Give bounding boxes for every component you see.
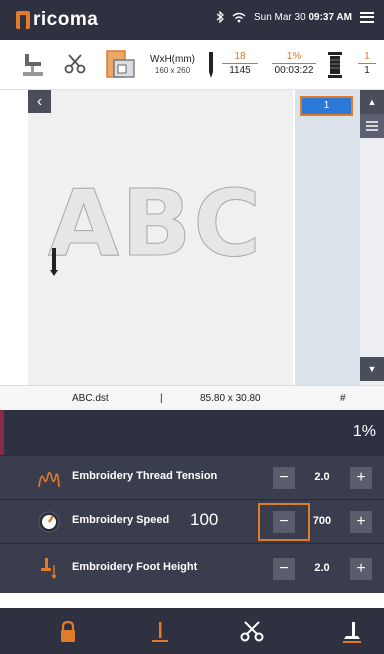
foot-height-icon [41, 558, 57, 579]
needle-icon [209, 52, 213, 78]
spool-counter: 1 1 [358, 50, 376, 77]
foot-height-decrease-button[interactable]: − [273, 558, 295, 580]
design-dimensions: 85.80 x 30.80 [200, 393, 261, 404]
sewing-machine-icon[interactable] [22, 52, 44, 78]
lock-icon[interactable] [56, 620, 80, 644]
wifi-icon [232, 12, 246, 22]
needle-trace-icon[interactable] [148, 620, 172, 644]
status-bar: ricoma Sun Mar 30 09:37 AM [0, 0, 384, 40]
elapsed-time: 00:03:22 [272, 63, 316, 77]
hoop-size-value: 160 x 260 [154, 66, 191, 75]
thread-tension-decrease-button[interactable]: − [273, 467, 295, 489]
foot-height-row: Embroidery Foot Height − 2.0 + [0, 543, 384, 593]
speed-current-value: 100 [190, 510, 219, 529]
speed-dial-icon [38, 511, 60, 533]
info-separator: | [160, 393, 163, 404]
speed-decrease-button[interactable]: − [273, 511, 295, 533]
foot-height-value: 2.0 [314, 562, 330, 574]
scroll-up-icon[interactable]: ▲ [360, 90, 384, 114]
scroll-down-icon[interactable]: ▼ [360, 357, 384, 381]
thread-tension-value: 2.0 [314, 471, 330, 483]
hoop-size: WxH(mm) 160 x 260 [150, 54, 195, 76]
back-button[interactable]: ‹ [28, 90, 51, 113]
design-filename: ABC.dst [72, 393, 109, 404]
design-preview: ABC [48, 170, 263, 278]
bluetooth-icon [216, 11, 224, 23]
foot-height-increase-button[interactable]: + [350, 558, 372, 580]
bottom-nav [0, 608, 384, 654]
speed-row: Embroidery Speed 100 − 700 + [0, 499, 384, 543]
foot-height-label: Embroidery Foot Height [72, 561, 198, 573]
spool-current: 1 [364, 51, 370, 62]
spool-total: 1 [358, 63, 376, 77]
thread-tension-row: Embroidery Thread Tension − 2.0 + [0, 455, 384, 499]
hoop-frame-icon[interactable] [106, 50, 136, 78]
design-info-row: ABC.dst | 85.80 x 30.80 # [0, 385, 384, 410]
progress-text: 1% [352, 423, 376, 440]
progress-percent: 1% [286, 51, 302, 62]
machine-toolbar: WxH(mm) 160 x 260 18 1145 1% 00:03:22 1 … [0, 40, 384, 90]
speed-label: Embroidery Speed [72, 514, 170, 526]
logo-mark-icon [16, 11, 30, 29]
speed-value: 700 [312, 515, 332, 527]
progress-bar: 1% [0, 410, 384, 455]
design-hash: # [340, 393, 346, 404]
needle-position-icon [50, 248, 58, 276]
speed-increase-button[interactable]: + [350, 511, 372, 533]
layer-menu-icon[interactable] [360, 114, 384, 138]
stitch-counter: 18 1145 [222, 50, 258, 77]
status-date: Sun Mar 30 09:37 AM [253, 11, 352, 23]
logo-text: ricoma [33, 9, 99, 30]
hoop-size-label: WxH(mm) [150, 54, 195, 65]
thread-tension-icon [38, 471, 60, 488]
progress-fill [0, 410, 4, 455]
thread-spool-icon [328, 52, 342, 78]
ricoma-logo: ricoma [16, 9, 98, 31]
layer-panel [295, 90, 360, 385]
thread-tension-increase-button[interactable]: + [350, 467, 372, 489]
thread-tension-label: Embroidery Thread Tension [72, 470, 218, 482]
stitch-current: 18 [234, 51, 246, 62]
time-counter: 1% 00:03:22 [272, 50, 316, 77]
menu-icon[interactable] [360, 11, 374, 23]
scissors-icon[interactable] [64, 53, 86, 75]
stitch-total: 1145 [222, 63, 258, 77]
layer-item-selected[interactable]: 1 [300, 96, 353, 116]
presser-foot-icon[interactable] [340, 620, 364, 644]
thread-trim-icon[interactable] [240, 620, 264, 644]
